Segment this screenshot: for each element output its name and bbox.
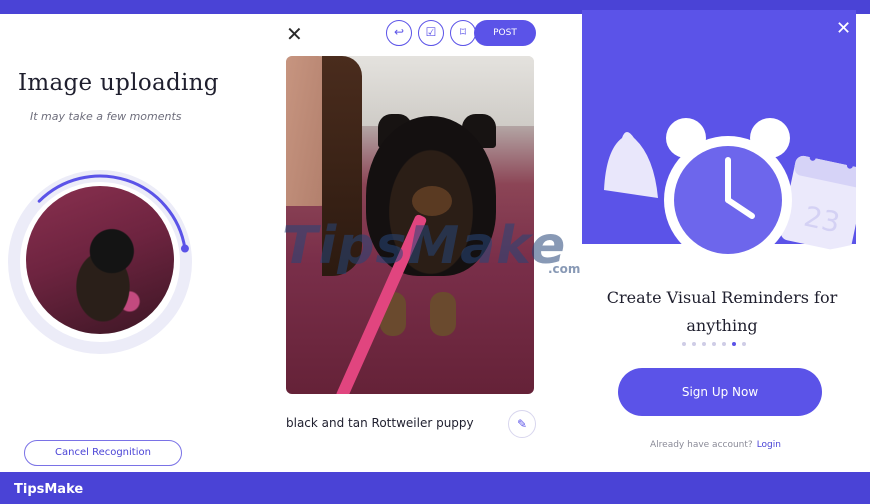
pagination-dot-active[interactable] (732, 342, 736, 346)
pagination-dot[interactable] (702, 342, 706, 346)
bell-icon (604, 132, 658, 198)
pagination-dot[interactable] (722, 342, 726, 346)
pagination-dots (682, 342, 746, 346)
pagination-dot[interactable] (712, 342, 716, 346)
login-prompt: Already have account? Login (650, 440, 781, 450)
upload-subtitle: It may take a few moments (30, 110, 182, 123)
post-button[interactable]: POST (474, 20, 536, 46)
footer-brand: TipsMake (14, 482, 84, 497)
alarm-clock-illustration: 23 (582, 118, 856, 270)
onboarding-title: Create Visual Reminders for anything (606, 288, 838, 335)
pagination-dot[interactable] (742, 342, 746, 346)
footer-bar: TipsMake (0, 472, 870, 504)
checklist-icon[interactable]: ☑ (418, 20, 444, 46)
close-icon[interactable]: ✕ (286, 22, 303, 46)
share-icon[interactable]: ↩ (386, 20, 412, 46)
uploading-photo-thumbnail (26, 186, 174, 334)
account-prompt-text: Already have account? (650, 440, 753, 450)
watermark-suffix: .com (548, 262, 581, 276)
upload-title: Image uploading (18, 70, 219, 96)
login-link[interactable]: Login (757, 440, 781, 450)
photo-caption: black and tan Rottweiler puppy (286, 416, 474, 430)
close-icon[interactable]: ✕ (836, 18, 851, 39)
progress-knob (180, 244, 189, 253)
watermark-logo: TipsMake (282, 216, 567, 276)
pencil-icon[interactable]: ✎ (508, 410, 536, 438)
bookmark-icon[interactable]: ⌑ (450, 20, 476, 46)
photo-puppy-paw (430, 292, 456, 336)
photo-background-wall (346, 56, 534, 126)
sign-up-button[interactable]: Sign Up Now (618, 368, 822, 416)
cancel-recognition-button[interactable]: Cancel Recognition (24, 440, 182, 466)
pagination-dot[interactable] (692, 342, 696, 346)
photo-puppy-snout (412, 186, 452, 216)
pagination-dot[interactable] (682, 342, 686, 346)
